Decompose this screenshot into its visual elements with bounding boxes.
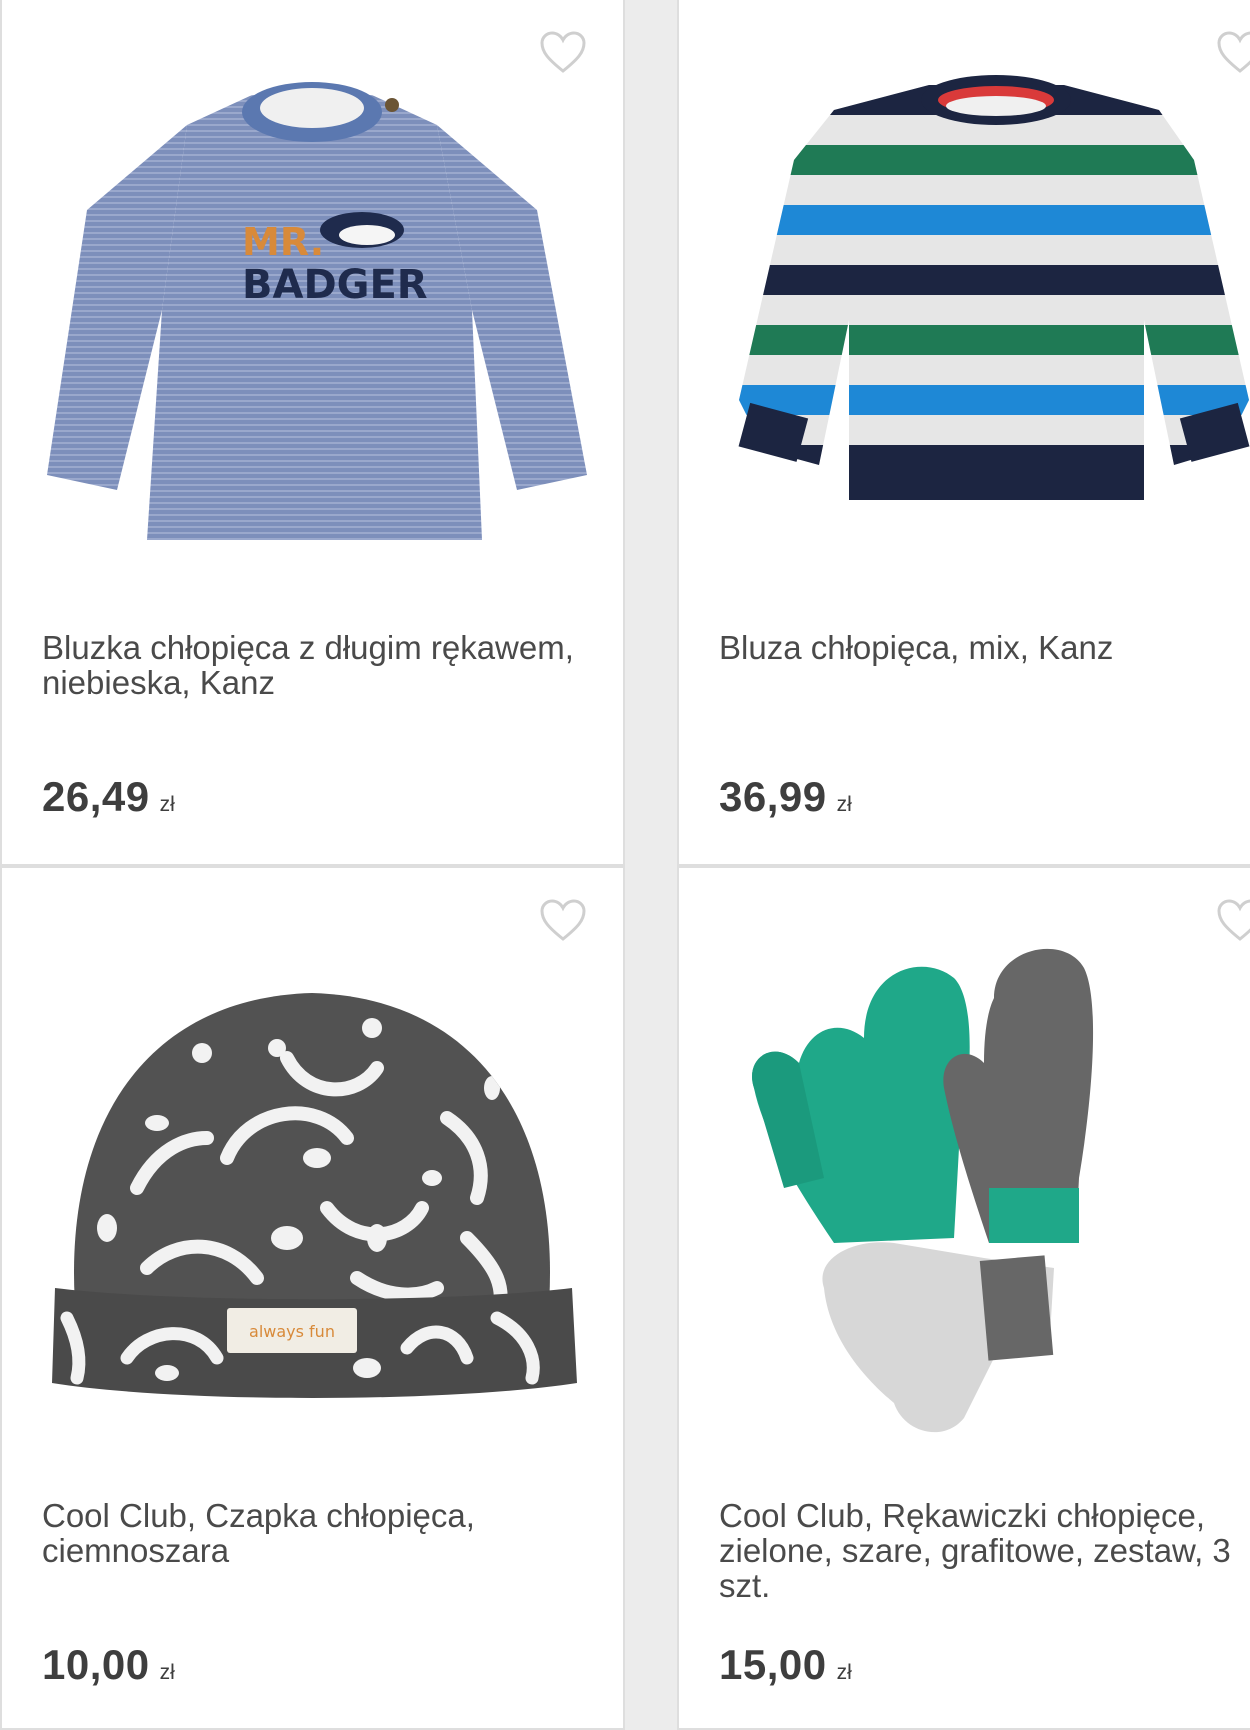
product-image[interactable] [704,938,1250,1438]
print-text-2: BADGER [242,262,428,308]
product-title[interactable]: Cool Club, Czapka chłopięca, ciemnoszara [42,1498,582,1568]
product-title[interactable]: Bluzka chłopięca z długim rękawem, niebi… [42,630,582,700]
product-image[interactable]: always fun [27,938,597,1438]
product-price: 10,00 zł [42,1641,175,1689]
product-card[interactable]: Bluza chłopięca, mix, Kanz 36,99 zł [677,0,1250,866]
price-amount: 15,00 [719,1641,827,1688]
price-amount: 36,99 [719,773,827,820]
product-card[interactable]: always fun Cool Club, Czapka chłopięca, … [0,866,625,1730]
hat-label-text: always fun [249,1322,335,1341]
price-currency: zł [159,793,175,816]
product-price: 15,00 zł [719,1641,852,1689]
product-title[interactable]: Bluza chłopięca, mix, Kanz [719,630,1250,665]
product-title[interactable]: Cool Club, Rękawiczki chłopięce, zielone… [719,1498,1250,1603]
price-currency: zł [836,793,852,816]
product-card[interactable]: MR. BADGER Bluzka chłopięca z długim ręk… [0,0,625,866]
product-image[interactable]: MR. BADGER [27,70,597,570]
product-card[interactable]: Cool Club, Rękawiczki chłopięce, zielone… [677,866,1250,1730]
product-image[interactable] [704,70,1250,570]
product-price: 36,99 zł [719,773,852,821]
price-currency: zł [836,1661,852,1684]
product-price: 26,49 zł [42,773,175,821]
price-amount: 26,49 [42,773,150,820]
price-currency: zł [159,1661,175,1684]
price-amount: 10,00 [42,1641,150,1688]
print-text-1: MR. [242,220,324,264]
